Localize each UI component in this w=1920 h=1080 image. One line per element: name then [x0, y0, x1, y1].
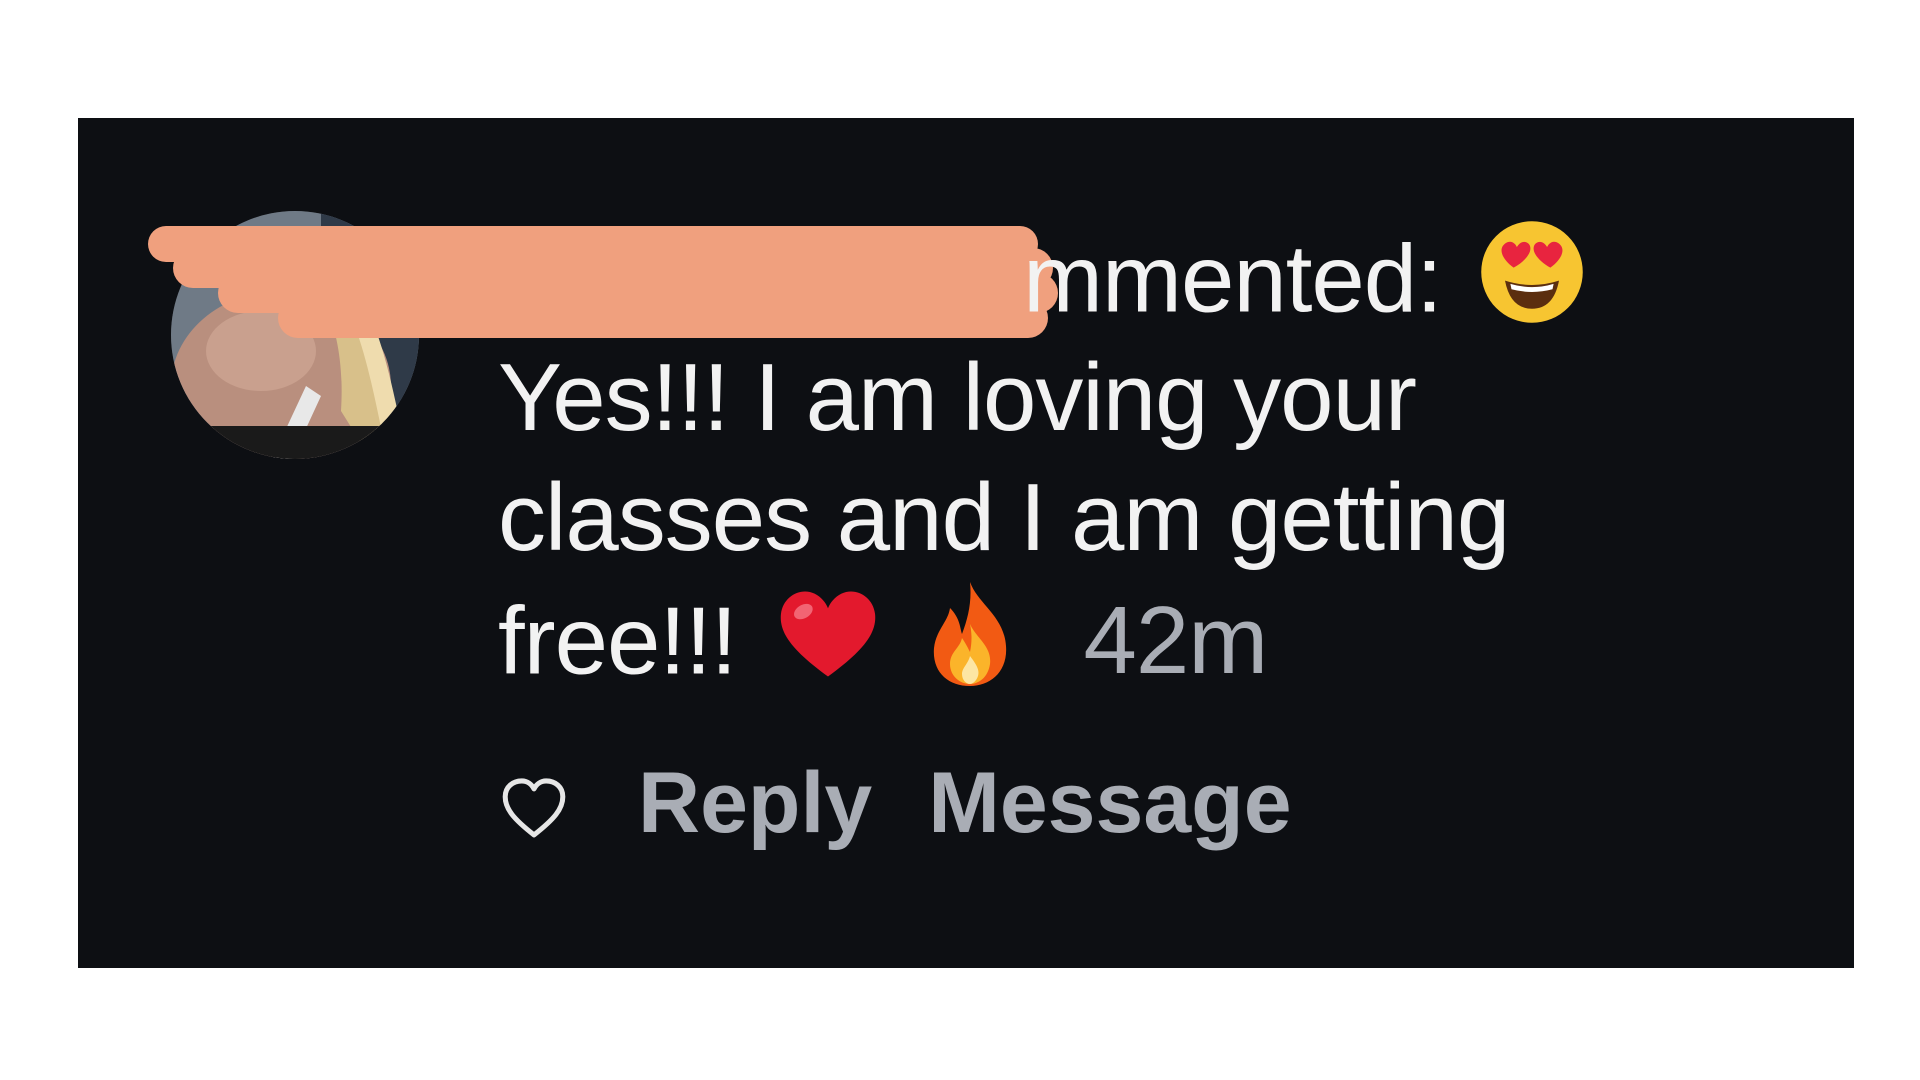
heart-outline-icon[interactable] [498, 767, 570, 839]
message-button[interactable]: Message [928, 754, 1291, 853]
heart-eyes-emoji [1478, 218, 1586, 354]
comment-body: mmented: Yes!!! I am loving your classes… [498, 218, 1798, 698]
comment-timestamp: 42m [1083, 587, 1268, 695]
comment-text-line: classes and I am getting [498, 464, 1510, 571]
comment-card: mmented: Yes!!! I am loving your classes… [78, 118, 1854, 968]
comment-text-line: free!!! [498, 587, 737, 695]
comment-text-line: Yes!!! I am loving your [498, 344, 1417, 451]
comment-header: mmented: [498, 218, 1798, 338]
red-heart-emoji [772, 578, 884, 718]
commented-label: mmented: [1023, 225, 1443, 333]
fire-emoji [920, 578, 1020, 718]
comment-actions: Reply Message [498, 743, 1348, 863]
comment-last-line: free!!! 42m [498, 578, 1798, 698]
reply-button[interactable]: Reply [638, 754, 872, 853]
